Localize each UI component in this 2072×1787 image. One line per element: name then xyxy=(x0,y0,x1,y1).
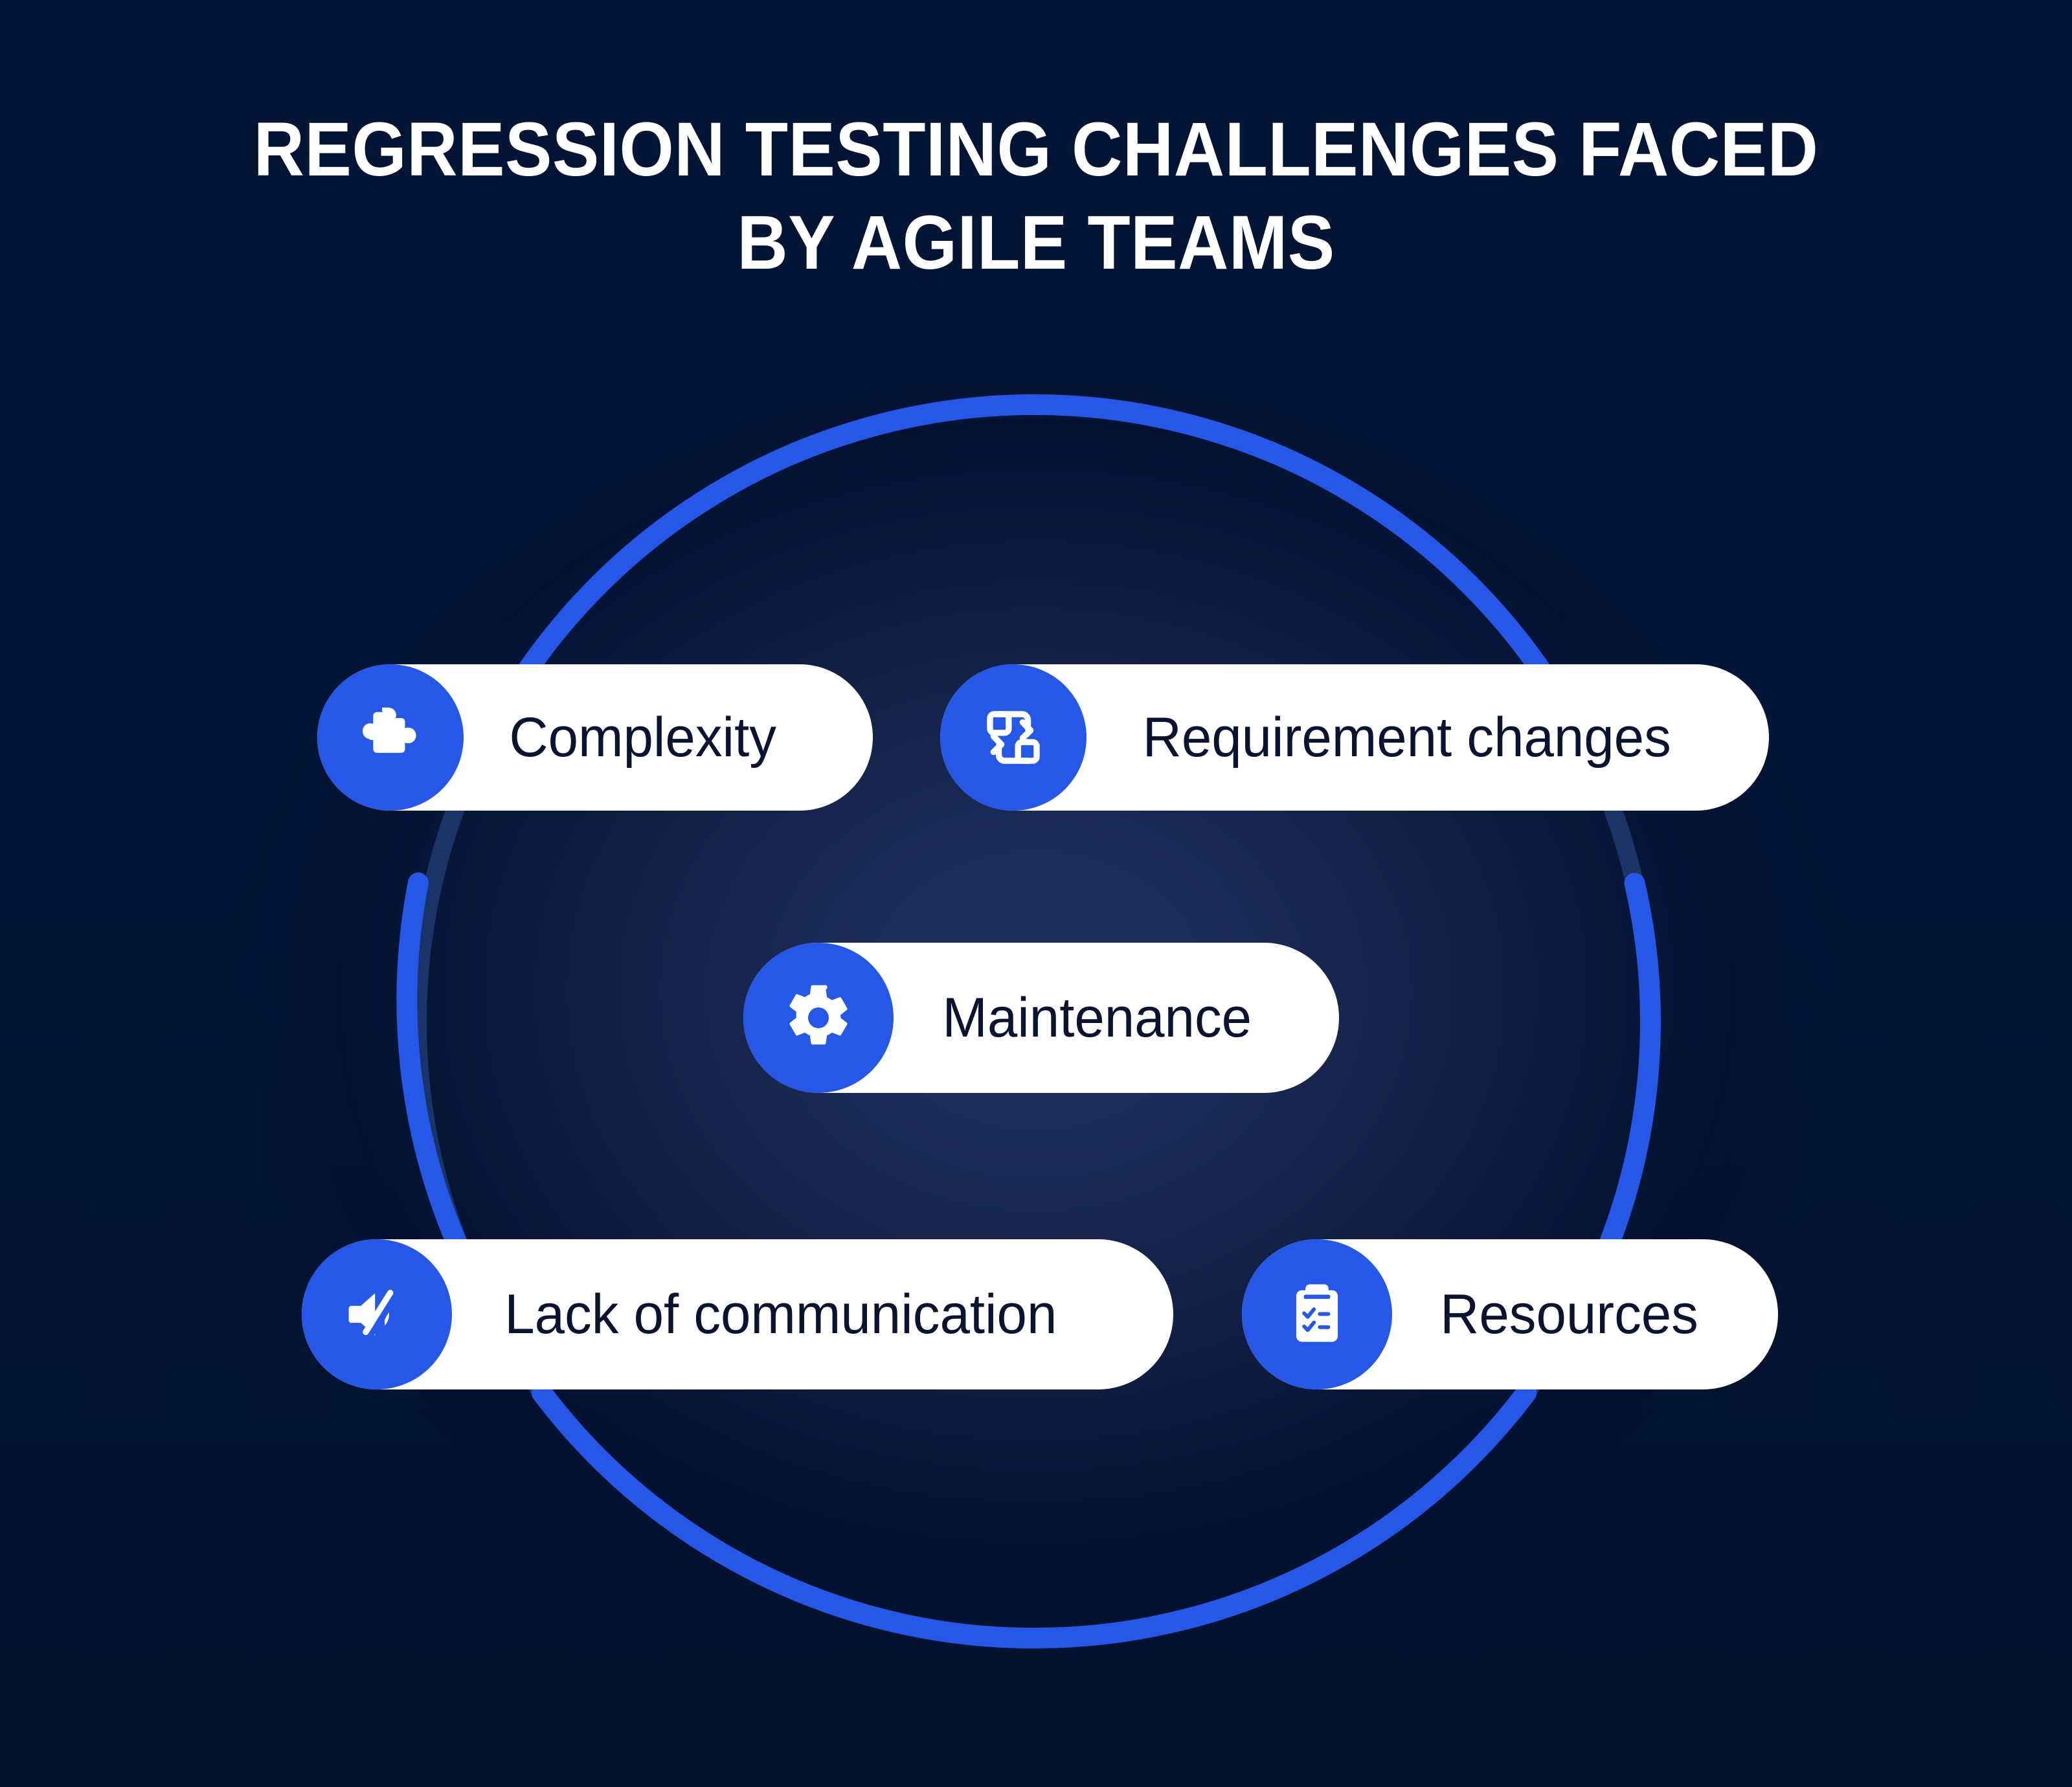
challenge-label: Requirement changes xyxy=(1142,706,1671,769)
ring-segment-right xyxy=(1582,873,1661,1293)
swap-arrows-icon xyxy=(940,664,1087,811)
infographic-canvas: REGRESSION TESTING CHALLENGES FACED BY A… xyxy=(0,0,2072,1787)
volume-off-icon xyxy=(302,1239,452,1389)
challenge-label: Lack of communication xyxy=(504,1283,1057,1345)
gear-icon xyxy=(743,943,894,1093)
page-title: REGRESSION TESTING CHALLENGES FACED BY A… xyxy=(253,107,1819,286)
puzzle-piece-icon xyxy=(317,664,464,811)
challenge-label: Resources xyxy=(1440,1283,1698,1345)
challenge-label: Maintenance xyxy=(942,986,1252,1049)
challenge-label: Complexity xyxy=(509,706,776,769)
challenge-item-requirement-changes[interactable]: Requirement changes xyxy=(940,664,1769,811)
ring-segment-left xyxy=(396,872,486,1293)
challenge-item-resources[interactable]: Resources xyxy=(1242,1239,1778,1389)
challenge-item-maintenance[interactable]: Maintenance xyxy=(743,943,1339,1093)
challenge-item-lack-of-communication[interactable]: Lack of communication xyxy=(302,1239,1173,1389)
clipboard-checklist-icon xyxy=(1242,1239,1392,1389)
challenge-item-complexity[interactable]: Complexity xyxy=(317,664,873,811)
ring-segment-bottom xyxy=(531,1382,1537,1648)
